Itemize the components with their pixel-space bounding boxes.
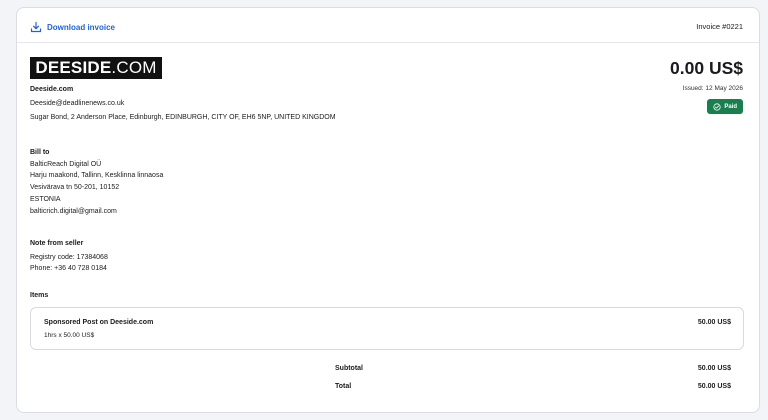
note-line: Registry code: 17384068 — [30, 254, 108, 261]
invoice-toolbar: Download invoice Invoice #0221 — [17, 8, 759, 43]
download-icon — [30, 21, 42, 33]
invoice-number: Invoice #0221 — [696, 22, 743, 31]
bill-to-line: BalticReach Digital OÜ — [30, 161, 102, 168]
paid-status-label: Paid — [724, 103, 737, 110]
invoice-amount: 0.00 US$ — [670, 58, 743, 78]
logo-text-bold: DEESIDE — [35, 58, 112, 77]
issued-date: Issued: 12 May 2026 — [682, 85, 743, 92]
bill-to-email: balticrich.digital@gmail.com — [30, 208, 117, 215]
logo-text-rest: .COM — [111, 58, 157, 77]
check-circle-icon — [713, 102, 721, 111]
subtotal-value: 50.00 US$ — [697, 365, 731, 372]
invoice-card: Download invoice Invoice #0221 DEESIDE .C… — [16, 7, 760, 413]
note-heading: Note from seller — [30, 240, 84, 247]
line-item-amount: 50.00 US$ — [697, 319, 731, 326]
bill-to-heading: Bill to — [30, 149, 50, 156]
bill-to-line: Vesivärava tn 50-201, 10152 — [30, 184, 120, 191]
line-item-title: Sponsored Post on Deeside.com — [44, 319, 154, 326]
items-heading: Items — [30, 292, 49, 299]
seller-name: Deeside.com — [30, 86, 74, 93]
seller-address: Sugar Bond, 2 Anderson Place, Edinburgh,… — [30, 114, 336, 121]
line-item: Sponsored Post on Deeside.com 1hrs x 50.… — [30, 307, 744, 350]
download-invoice-button[interactable]: Download invoice — [30, 21, 115, 33]
note-line: Phone: +36 40 728 0184 — [30, 265, 107, 272]
total-label: Total — [335, 383, 352, 390]
paid-status-badge: Paid — [707, 99, 743, 114]
subtotal-label: Subtotal — [335, 365, 363, 372]
bill-to-line: Harju maakond, Tallinn, Kesklinna linnao… — [30, 172, 164, 179]
seller-logo: DEESIDE .COM — [30, 57, 162, 79]
seller-email: Deeside@deadlinenews.co.uk — [30, 100, 125, 107]
total-value: 50.00 US$ — [697, 383, 731, 390]
download-invoice-label: Download invoice — [47, 22, 116, 32]
bill-to-line: ESTONIA — [30, 196, 61, 203]
line-item-detail: 1hrs x 50.00 US$ — [44, 332, 95, 339]
